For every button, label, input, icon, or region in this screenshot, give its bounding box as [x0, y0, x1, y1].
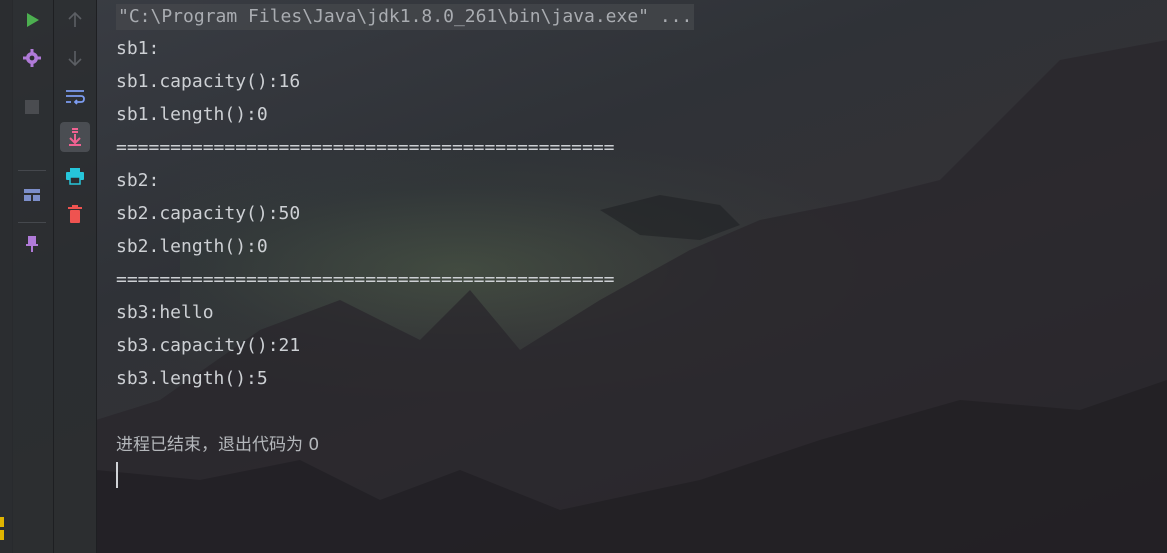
gear-icon [23, 49, 41, 67]
toolbar-separator [18, 222, 46, 223]
arrow-up-icon [68, 11, 82, 27]
layout-button[interactable] [17, 180, 47, 210]
next-occurrence-button[interactable] [60, 43, 90, 73]
run-icon [27, 13, 39, 27]
print-button[interactable] [60, 161, 90, 191]
clear-all-button[interactable] [60, 199, 90, 229]
trash-icon [68, 205, 82, 223]
console-output-line: sb1.capacity():16 [116, 71, 301, 92]
console-input-caret[interactable] [116, 462, 118, 488]
console-toolbar [54, 0, 97, 553]
pin-icon [26, 236, 38, 252]
print-icon [66, 168, 84, 185]
console-output-line: sb1.length():0 [116, 104, 268, 125]
layout-icon [24, 189, 40, 201]
stop-icon [25, 100, 39, 114]
settings-button[interactable] [17, 43, 47, 73]
scroll-to-end-button[interactable] [60, 122, 90, 152]
toolbar-separator [18, 170, 46, 171]
console-separator-line: ========================================… [116, 137, 615, 158]
process-exit-message: 进程已结束，退出代码为 0 [116, 435, 320, 455]
stop-button[interactable] [17, 92, 47, 122]
console-output-line: sb2: [116, 170, 160, 191]
scroll-to-end-icon [69, 128, 81, 146]
run-command-line: "C:\Program Files\Java\jdk1.8.0_261\bin\… [116, 4, 695, 30]
console-output-line: sb2.length():0 [116, 236, 268, 257]
edge-marker [0, 530, 4, 540]
arrow-down-icon [68, 51, 82, 67]
soft-wrap-button[interactable] [60, 82, 90, 112]
console-output-line: sb3:hello [116, 302, 214, 323]
run-toolbar [12, 0, 54, 553]
console-output-line: sb3.length():5 [116, 368, 268, 389]
edge-marker [0, 517, 4, 527]
console-output-line: sb2.capacity():50 [116, 203, 301, 224]
console-separator-line: ========================================… [116, 269, 615, 290]
console-output-line: sb1: [116, 38, 160, 59]
console-output-line: sb3.capacity():21 [116, 335, 301, 356]
run-button[interactable] [17, 5, 47, 35]
soft-wrap-icon [66, 90, 85, 105]
pin-button[interactable] [17, 229, 47, 259]
previous-occurrence-button[interactable] [60, 5, 90, 35]
